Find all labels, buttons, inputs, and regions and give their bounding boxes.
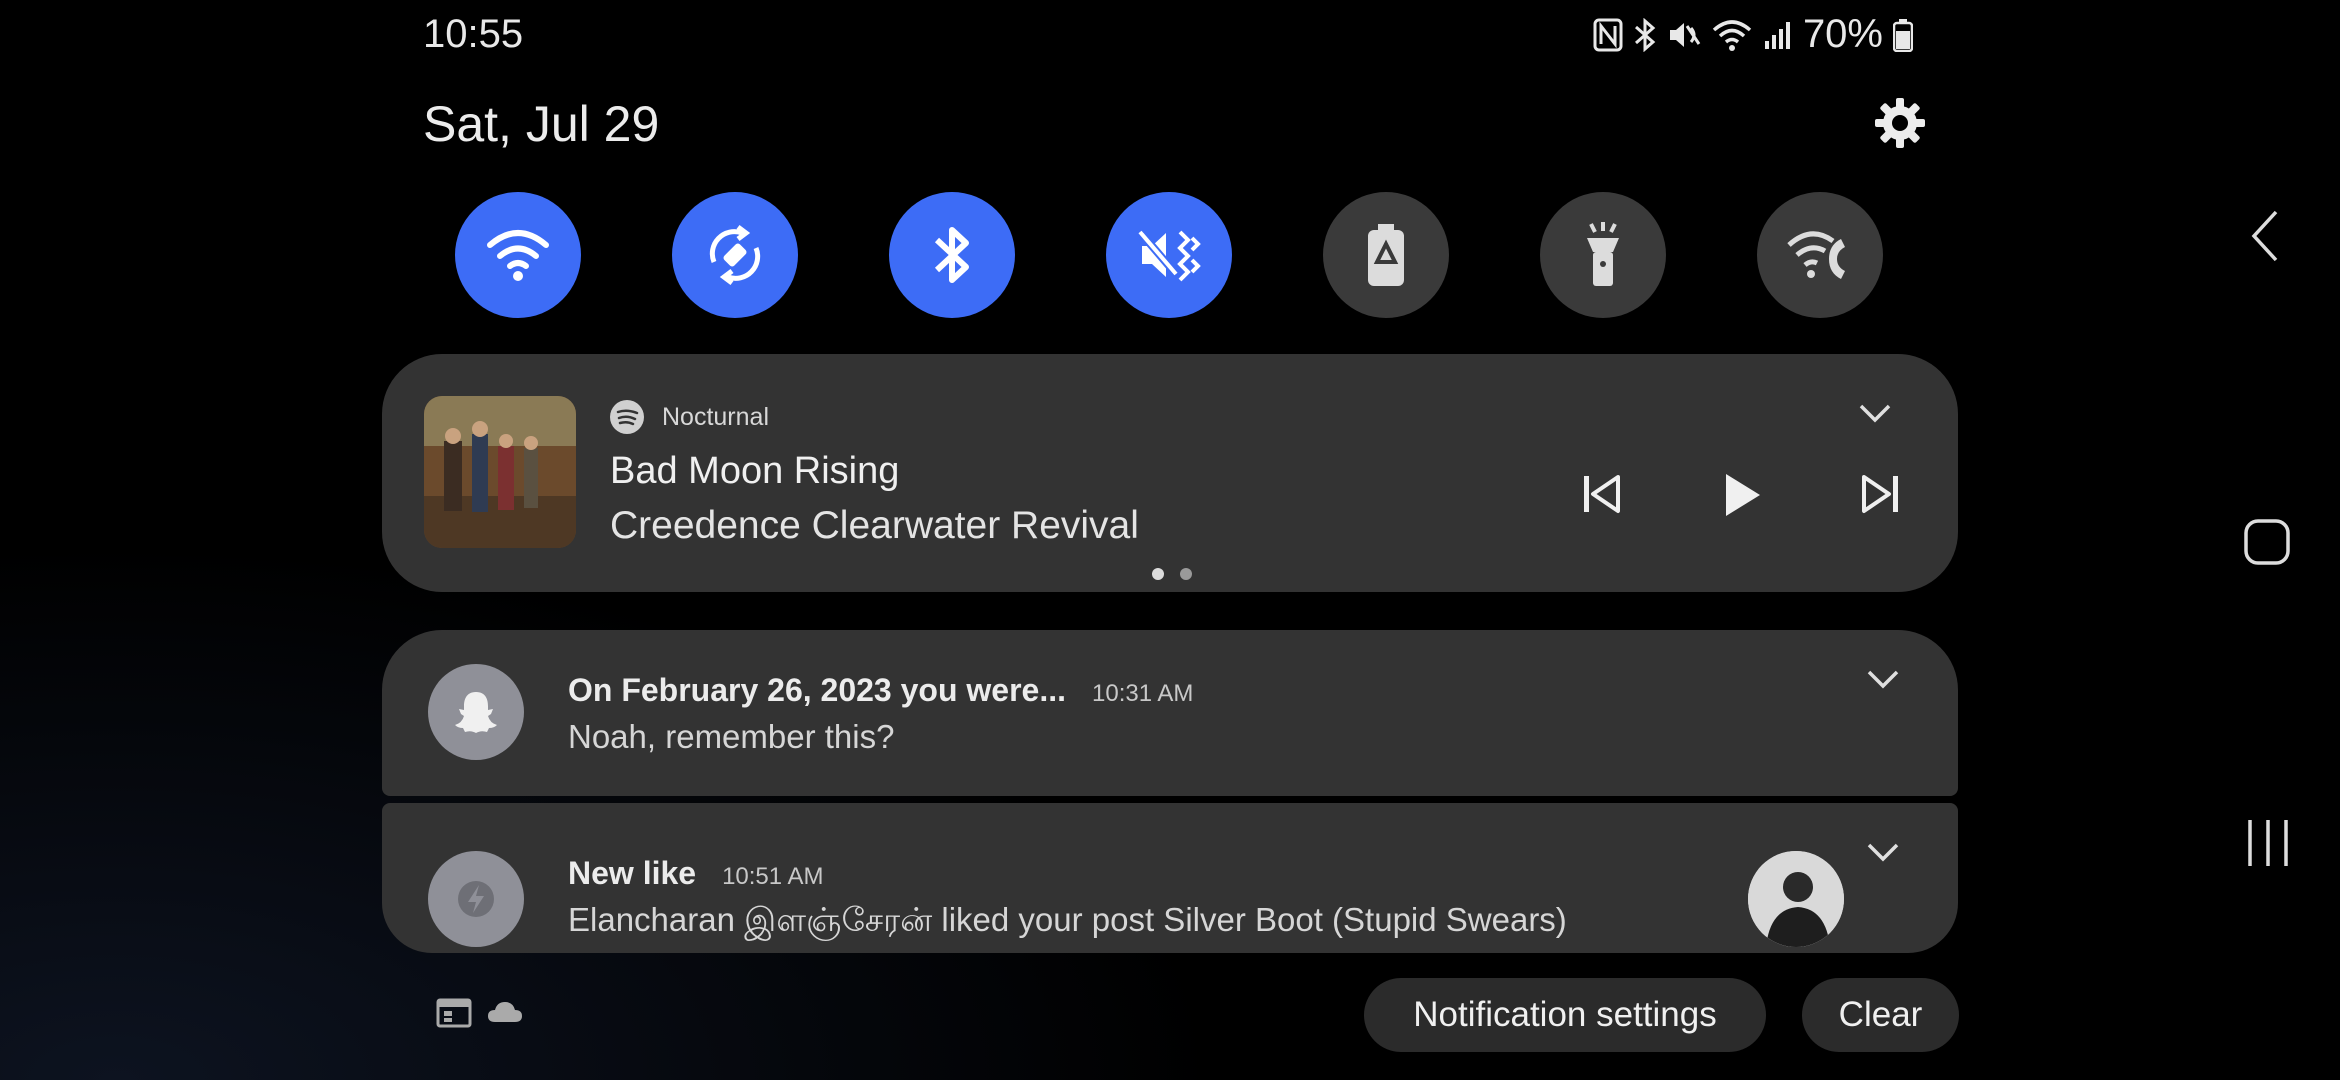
album-art xyxy=(424,396,576,548)
page-indicator xyxy=(1152,568,1192,580)
page-dot xyxy=(1180,568,1192,580)
calendar-icon xyxy=(436,996,472,1033)
notification-body: Noah, remember this? xyxy=(568,718,895,755)
chevron-down-icon[interactable] xyxy=(1858,402,1892,429)
qs-wifi-calling[interactable] xyxy=(1757,192,1883,318)
notification-title: New like xyxy=(568,855,697,891)
status-icons: 70% xyxy=(1593,12,1913,57)
battery-saver-icon xyxy=(1368,224,1404,286)
media-player-card[interactable]: Nocturnal Bad Moon Rising Creedence Clea… xyxy=(382,354,1958,592)
qs-flashlight[interactable] xyxy=(1540,192,1666,318)
bluetooth-icon xyxy=(934,227,969,283)
notification-title: On February 26, 2023 you were... xyxy=(568,672,1066,708)
avatar xyxy=(1748,851,1844,947)
signal-icon xyxy=(1763,19,1793,51)
mute-icon xyxy=(1667,18,1701,52)
qs-power-saving[interactable] xyxy=(1323,192,1449,318)
notification-snapchat[interactable]: On February 26, 2023 you were... 10:31 AM… xyxy=(382,630,1958,796)
notification-time: 10:31 AM xyxy=(1092,680,1194,707)
media-app-row: Nocturnal xyxy=(610,400,769,434)
next-track-button[interactable] xyxy=(1860,474,1900,519)
recent-apps-icon[interactable] xyxy=(2245,818,2291,873)
media-title: Bad Moon Rising xyxy=(610,450,900,492)
skip-previous-icon xyxy=(1584,475,1620,513)
qs-sound-mute[interactable] xyxy=(1106,192,1232,318)
snapchat-icon xyxy=(428,664,524,760)
media-app-name: Nocturnal xyxy=(662,402,769,431)
notification-body: Elancharan இளஞ்சேரன் liked your post Sil… xyxy=(568,901,1567,938)
battery-icon xyxy=(1893,18,1913,52)
vibrate-mute-icon xyxy=(1136,229,1201,282)
quick-settings-row xyxy=(455,192,1883,318)
chevron-down-icon[interactable] xyxy=(1866,668,1900,695)
notification-settings-button[interactable]: Notification settings xyxy=(1364,978,1766,1052)
page-dot xyxy=(1152,568,1164,580)
date-label: Sat, Jul 29 xyxy=(423,96,660,152)
skip-next-icon xyxy=(1862,475,1898,513)
tinder-like-icon xyxy=(428,851,524,947)
play-icon xyxy=(1726,474,1760,516)
notification-time: 10:51 AM xyxy=(722,863,824,890)
flashlight-icon xyxy=(1587,222,1619,286)
notification-new-like[interactable]: New like 10:51 AM Elancharan இளஞ்சேரன் li… xyxy=(382,803,1958,953)
battery-percentage: 70% xyxy=(1802,12,1883,56)
back-icon[interactable] xyxy=(2250,210,2280,267)
bluetooth-icon xyxy=(1633,17,1657,52)
notification-header: On February 26, 2023 you were... 10:31 AM xyxy=(568,672,1193,709)
nfc-icon xyxy=(1593,18,1623,52)
media-artist: Creedence Clearwater Revival xyxy=(610,504,1139,547)
wifi-icon xyxy=(1711,18,1753,52)
wifi-call-icon xyxy=(1787,231,1845,279)
play-button[interactable] xyxy=(1722,472,1762,523)
chevron-down-icon[interactable] xyxy=(1866,841,1900,868)
wifi-icon xyxy=(487,230,549,281)
status-time: 10:55 xyxy=(423,12,524,56)
previous-track-button[interactable] xyxy=(1582,474,1622,519)
qs-bluetooth[interactable] xyxy=(889,192,1015,318)
gear-icon[interactable] xyxy=(1873,96,1927,150)
home-icon[interactable] xyxy=(2243,518,2291,571)
rotate-icon xyxy=(709,225,761,285)
clear-button[interactable]: Clear xyxy=(1802,978,1959,1052)
notification-header: New like 10:51 AM xyxy=(568,855,823,892)
spotify-icon xyxy=(610,400,644,434)
silent-notification-icons xyxy=(436,996,524,1033)
cloud-icon xyxy=(486,1000,524,1029)
qs-wifi[interactable] xyxy=(455,192,581,318)
qs-auto-rotate[interactable] xyxy=(672,192,798,318)
